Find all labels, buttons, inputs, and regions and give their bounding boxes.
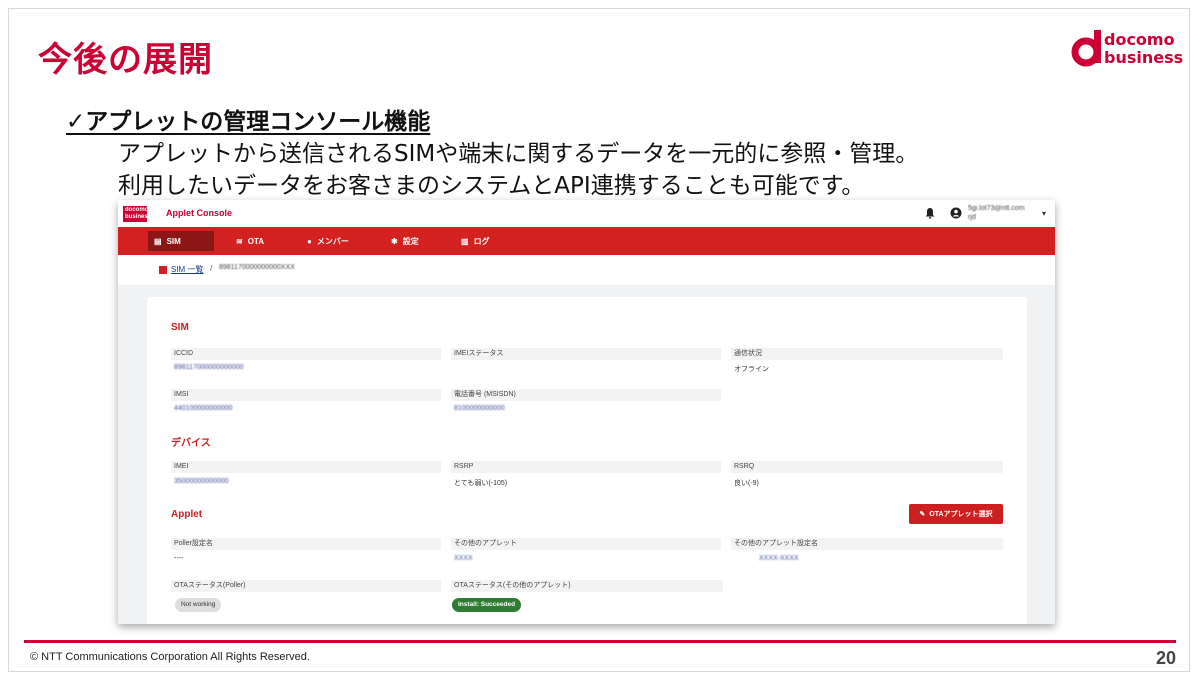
user-email: 5gi.lot73@ntt.com rjd bbox=[968, 205, 1025, 221]
rsrp-value: とても弱い(-105) bbox=[454, 480, 508, 487]
description-line-1: アプレットから送信されるSIMや端末に関するデータを一元的に参照・管理。 bbox=[118, 141, 919, 167]
ota-status-other-chip: Install: Succeeded bbox=[452, 598, 522, 612]
imei-status-label: IMEIステータス bbox=[451, 348, 721, 360]
breadcrumb-separator: / bbox=[210, 264, 213, 273]
ota-button-label: OTAアプレット選択 bbox=[929, 511, 993, 518]
footer-divider bbox=[24, 640, 1176, 643]
comm-status-value: オフライン bbox=[734, 366, 769, 373]
sim-list-icon bbox=[159, 266, 167, 274]
app-topbar: docomo business Applet Console 5gi.lot73@… bbox=[118, 200, 1055, 228]
tab-label: OTA bbox=[247, 236, 264, 246]
iccid-label: ICCID bbox=[171, 348, 441, 360]
breadcrumb: SIM 一覧 / 8981170000000000XXX bbox=[118, 255, 1055, 285]
wifi-icon: ≋ bbox=[236, 236, 243, 246]
person-icon: ● bbox=[307, 236, 312, 246]
app-logo[interactable]: docomo business bbox=[123, 206, 151, 222]
msisdn-value: 8100000000000 bbox=[454, 405, 505, 412]
imsi-value: 440100000000000 bbox=[174, 405, 233, 412]
description-line-2: 利用したいデータをお客さまのシステムとAPI連携することも可能です。 bbox=[118, 173, 865, 199]
slide-title: 今後の展開 bbox=[38, 40, 213, 80]
tab-sim[interactable]: ▤ SIM bbox=[148, 231, 214, 251]
section-title-device: デバイス bbox=[171, 438, 211, 449]
tab-label: ログ bbox=[473, 236, 490, 246]
ota-applet-select-button[interactable]: ✎ OTAアプレット選択 bbox=[909, 504, 1003, 524]
other-applet-value: XXXX bbox=[454, 555, 473, 562]
tab-label: SIM bbox=[166, 236, 181, 246]
poller-setting-label: Poller設定名 bbox=[171, 538, 441, 550]
msisdn-label: 電話番号 (MSISDN) bbox=[451, 389, 721, 401]
comm-status-label: 通信状況 bbox=[731, 348, 1003, 360]
copyright-text: © NTT Communications Corporation All Rig… bbox=[30, 651, 310, 663]
tab-label: 設定 bbox=[402, 236, 419, 246]
log-icon: ▥ bbox=[461, 236, 469, 246]
tab-label: メンバー bbox=[316, 236, 349, 246]
sim-icon: ▤ bbox=[154, 236, 162, 246]
tab-log[interactable]: ▥ ログ bbox=[455, 231, 496, 251]
ota-status-other-label: OTAステータス(その他のアプレット) bbox=[451, 580, 723, 592]
page-number: 20 bbox=[1156, 648, 1177, 668]
iccid-value: 898117000000000000 bbox=[174, 364, 244, 371]
section-title-sim: SIM bbox=[171, 322, 189, 333]
other-applet-setting-label: その他のアプレット設定名 bbox=[731, 538, 1003, 550]
imsi-label: IMSI bbox=[171, 389, 441, 401]
poller-setting-value: ---- bbox=[174, 555, 184, 562]
app-title: Applet Console bbox=[166, 208, 233, 218]
gear-icon: ✱ bbox=[391, 236, 398, 246]
pencil-icon: ✎ bbox=[919, 511, 926, 518]
logo-text-business: business bbox=[1104, 48, 1184, 67]
rsrq-label: RSRQ bbox=[731, 461, 1003, 473]
applet-console-screenshot: docomo business Applet Console 5gi.lot73@… bbox=[118, 200, 1055, 624]
rsrp-label: RSRP bbox=[451, 461, 721, 473]
feature-heading: ✓アプレットの管理コンソール機能 bbox=[66, 109, 431, 135]
chevron-down-icon[interactable]: ▾ bbox=[1042, 209, 1046, 218]
ota-status-poller-label: OTAステータス(Poller) bbox=[171, 580, 441, 592]
section-title-applet: Applet bbox=[171, 509, 203, 520]
ota-status-poller-chip: Not working bbox=[175, 598, 222, 612]
bell-icon[interactable] bbox=[924, 207, 936, 219]
imei-label: IMEI bbox=[171, 461, 441, 473]
breadcrumb-current-iccid: 8981170000000000XXX bbox=[219, 264, 295, 271]
docomo-d-logo-icon bbox=[1071, 30, 1101, 67]
tab-ota[interactable]: ≋ OTA bbox=[230, 231, 270, 251]
rsrq-value: 良い(-9) bbox=[734, 480, 759, 487]
other-applet-setting-value: XXXX-XXXX bbox=[759, 555, 799, 562]
sim-detail-card: SIM ICCID 898117000000000000 IMEIステータス 通… bbox=[147, 297, 1027, 624]
logo-text-docomo: docomo bbox=[1104, 30, 1175, 49]
account-icon[interactable] bbox=[950, 207, 962, 219]
imei-value: 35000000000000 bbox=[174, 478, 229, 485]
nav-bar: ▤ SIM ≋ OTA ● メンバー ✱ 設定 ▥ ログ bbox=[118, 227, 1055, 255]
tab-members[interactable]: ● メンバー bbox=[301, 231, 355, 251]
tab-settings[interactable]: ✱ 設定 bbox=[385, 231, 425, 251]
breadcrumb-sim-list-link[interactable]: SIM 一覧 bbox=[171, 264, 203, 275]
docomo-business-logo: docomo business bbox=[1070, 28, 1184, 72]
other-applet-label: その他のアプレット bbox=[451, 538, 721, 550]
